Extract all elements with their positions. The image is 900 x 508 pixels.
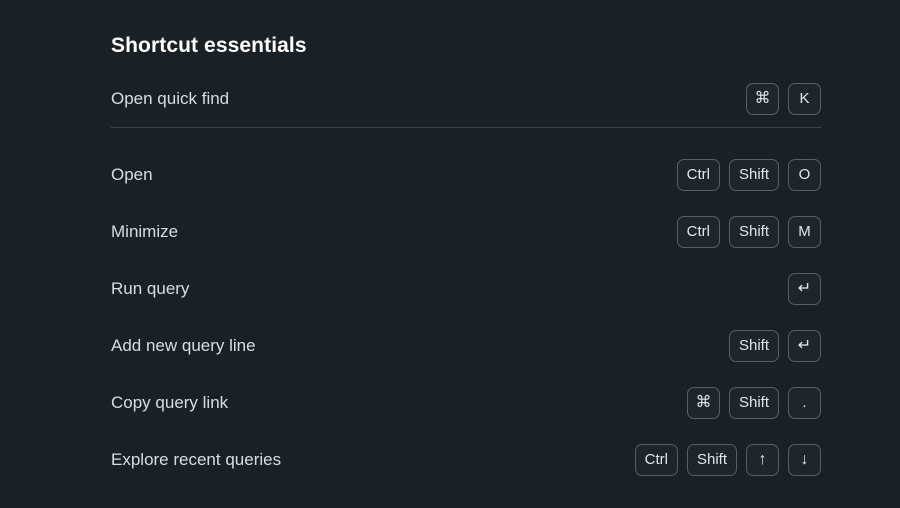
shortcut-keys: Ctrl Shift M xyxy=(676,215,821,248)
shortcut-keys: Ctrl Shift ↑ ↓ xyxy=(634,443,821,476)
shortcut-keys: ↵ xyxy=(788,272,821,305)
shortcut-list: Open Ctrl Shift O Minimize Ctrl Shift M Run quer… xyxy=(111,146,821,488)
shortcut-label: Minimize xyxy=(111,221,179,241)
shift-key[interactable]: Shift xyxy=(728,158,779,191)
letter-m-key[interactable]: M xyxy=(788,215,821,248)
shift-key[interactable]: Shift xyxy=(728,329,779,362)
shortcut-row[interactable]: Run query ↵ xyxy=(111,260,821,317)
command-key[interactable]: ⌘ xyxy=(686,386,720,419)
shortcut-row[interactable]: Add new query line Shift ↵ xyxy=(111,317,821,374)
shortcut-label: Explore recent queries xyxy=(111,449,282,469)
shortcut-row[interactable]: Open Ctrl Shift O xyxy=(111,146,821,203)
letter-k-key[interactable]: K xyxy=(788,82,821,115)
shortcut-label: Add new query line xyxy=(111,335,256,355)
shortcut-label: Open quick find xyxy=(111,88,230,108)
shortcut-row[interactable]: Minimize Ctrl Shift M xyxy=(111,203,821,260)
ctrl-key[interactable]: Ctrl xyxy=(676,158,720,191)
shortcut-keys: Ctrl Shift O xyxy=(676,158,821,191)
letter-o-key[interactable]: O xyxy=(788,158,821,191)
arrow-up-key[interactable]: ↑ xyxy=(746,443,779,476)
shortcut-keys: ⌘ Shift. xyxy=(686,386,821,419)
shortcut-keys: ⌘ K xyxy=(746,82,821,115)
shortcut-label: Run query xyxy=(111,278,190,298)
shortcut-label: Copy query link xyxy=(111,392,229,412)
page-title: Shortcut essentials xyxy=(111,34,307,57)
shortcut-keys: Shift ↵ xyxy=(728,329,821,362)
arrow-down-key[interactable]: ↓ xyxy=(788,443,821,476)
shortcut-row-open-quick-find[interactable]: Open quick find ⌘ K xyxy=(111,70,821,127)
shift-key[interactable]: Shift xyxy=(728,215,779,248)
shortcut-row[interactable]: Copy query link ⌘ Shift. xyxy=(111,374,821,431)
shortcut-row[interactable]: Explore recent queries Ctrl Shift ↑ ↓ xyxy=(111,431,821,488)
ctrl-key[interactable]: Ctrl xyxy=(676,215,720,248)
section-divider xyxy=(111,127,821,128)
period-key[interactable]: . xyxy=(788,386,821,419)
enter-key[interactable]: ↵ xyxy=(788,272,821,305)
shortcut-essentials-panel: Shortcut essentials Open quick find ⌘ K O… xyxy=(111,0,821,488)
shift-key[interactable]: Shift xyxy=(686,443,737,476)
enter-key[interactable]: ↵ xyxy=(788,329,821,362)
ctrl-key[interactable]: Ctrl xyxy=(634,443,678,476)
shift-key[interactable]: Shift xyxy=(728,386,779,419)
shortcut-label: Open xyxy=(111,164,153,184)
command-key[interactable]: ⌘ xyxy=(746,82,779,115)
